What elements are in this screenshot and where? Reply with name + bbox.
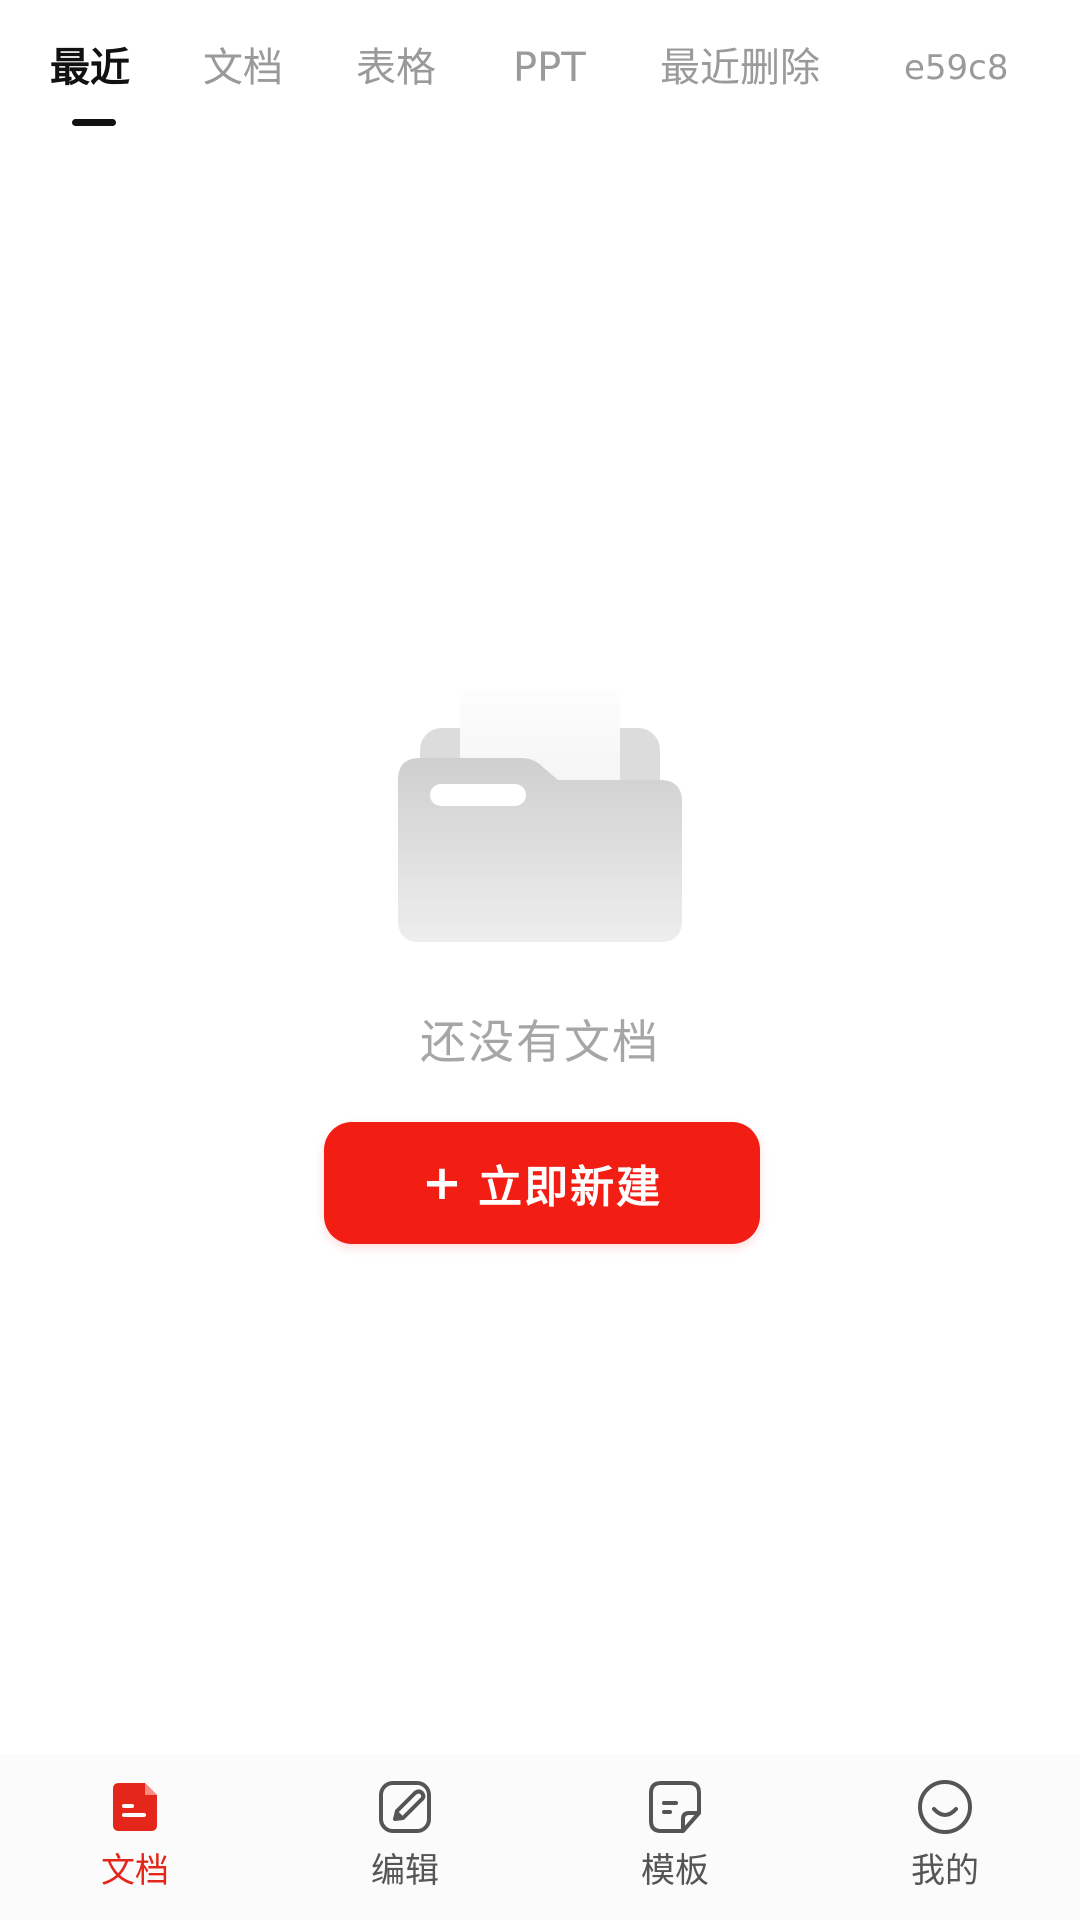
app-screen: 最近 文档 表格 PPT 最近删除 e59c8 还没有文档 + 立即新建 文档 … [0, 0, 1080, 1920]
nav-item-mine[interactable]: 我的 [845, 1777, 1045, 1907]
nav-item-documents[interactable]: 文档 [35, 1777, 235, 1907]
plus-icon: + [421, 1155, 465, 1211]
tab-documents[interactable]: 文档 [203, 40, 283, 96]
nav-label-templates: 模板 [641, 1851, 709, 1891]
tab-recently-deleted[interactable]: 最近删除 [660, 40, 820, 96]
tab-ppt[interactable]: PPT [513, 40, 586, 96]
smiley-profile-icon [918, 1780, 972, 1834]
tab-recent[interactable]: 最近 [50, 40, 130, 96]
create-new-label: 立即新建 [478, 1162, 663, 1213]
bottom-navigation: 文档 编辑 模板 我的 [0, 1755, 1080, 1920]
empty-state-message: 还没有文档 [420, 1015, 660, 1069]
document-icon [113, 1783, 157, 1831]
nav-item-edit[interactable]: 编辑 [305, 1777, 505, 1907]
nav-label-edit: 编辑 [371, 1851, 439, 1891]
nav-item-templates[interactable]: 模板 [575, 1777, 775, 1907]
create-new-button[interactable]: + 立即新建 [324, 1122, 760, 1244]
template-icon [649, 1781, 701, 1833]
top-tab-bar: 最近 文档 表格 PPT 最近删除 e59c8 [0, 0, 1080, 140]
edit-pen-icon [379, 1781, 431, 1833]
nav-label-documents: 文档 [101, 1851, 169, 1891]
empty-folder-icon [398, 680, 682, 942]
tab-e59c8[interactable]: e59c8 [904, 40, 1009, 96]
nav-label-mine: 我的 [911, 1851, 979, 1891]
tab-spreadsheets[interactable]: 表格 [356, 40, 436, 96]
active-tab-indicator [72, 119, 116, 126]
